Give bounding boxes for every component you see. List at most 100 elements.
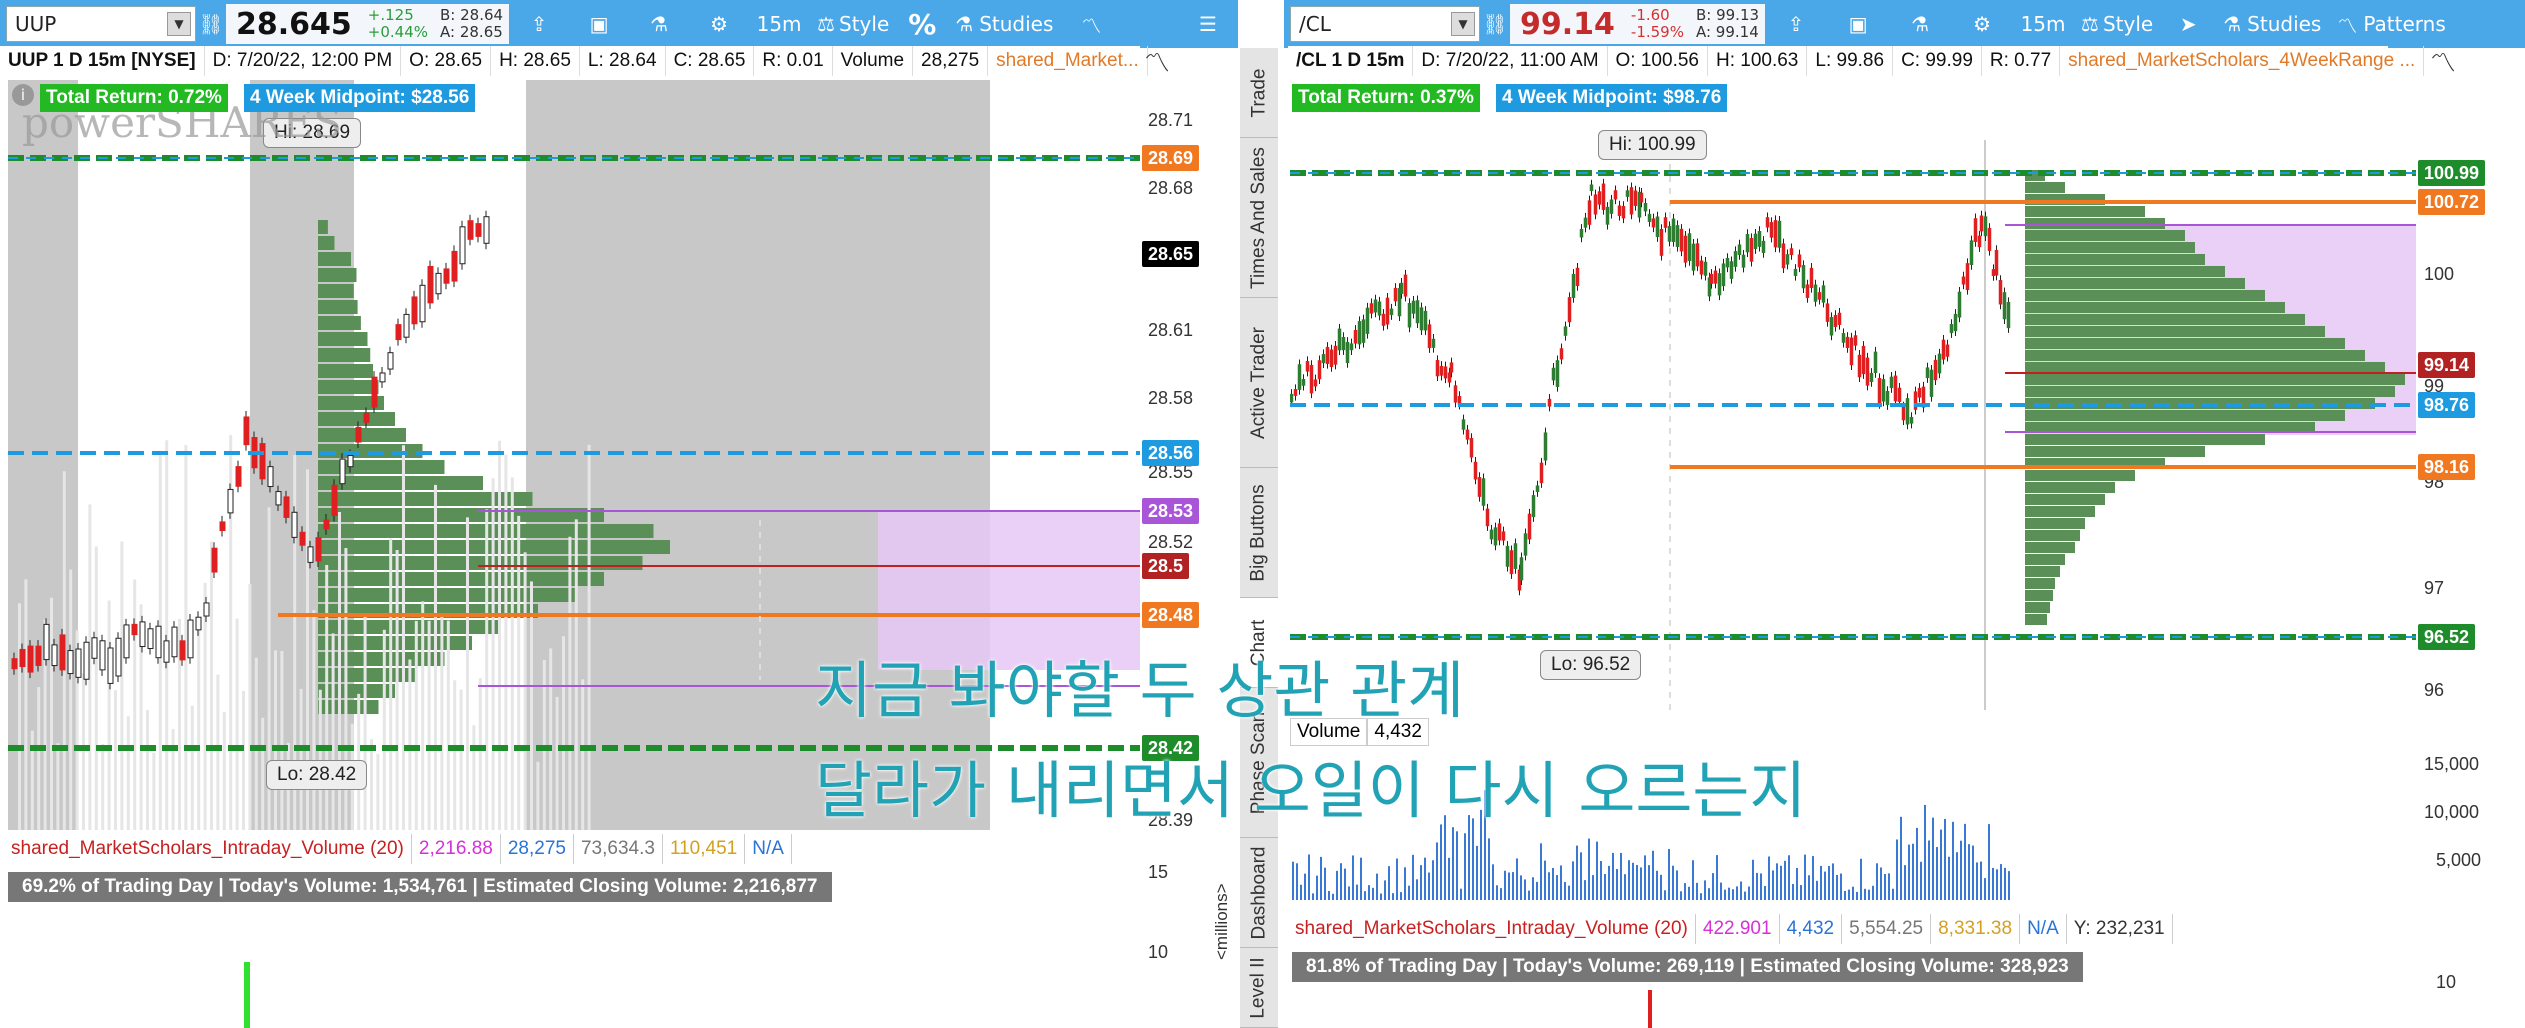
right-candle-body <box>1977 235 1982 248</box>
gear-icon[interactable]: ⚙ <box>1951 4 2013 44</box>
right-volume-bar <box>1336 870 1338 900</box>
right-profile-bar <box>2025 554 2065 565</box>
tab-label: Times And Sales <box>1248 146 1269 289</box>
left-drawing-tool-icon[interactable]: 〽 <box>1140 44 1174 79</box>
right-candle-body <box>1337 328 1342 351</box>
right-candle-body <box>1427 324 1432 349</box>
right-volume-bar <box>1460 888 1462 900</box>
left-candle-body <box>339 458 346 485</box>
left-volume-bar <box>254 657 258 830</box>
right-volume-bar <box>1836 875 1838 900</box>
left-candle-body <box>19 648 26 668</box>
flask-icon[interactable]: ⚗ <box>629 4 689 44</box>
left-change-value: +.125 <box>367 6 414 24</box>
right-volume-bar <box>1392 893 1394 900</box>
menu-icon[interactable]: ☰ <box>1178 4 1238 44</box>
right-profile-bar <box>2025 590 2053 601</box>
share-icon[interactable]: ⇪ <box>1765 4 1827 44</box>
left-symbol-input[interactable]: UUP ▼ <box>6 6 196 42</box>
right-volume-bar <box>1656 870 1658 900</box>
right-candle-body <box>1897 387 1902 402</box>
chevron-down-icon[interactable]: ▼ <box>167 12 191 36</box>
right-candle-body <box>1809 267 1814 288</box>
right-volume-bar <box>1548 872 1550 900</box>
right-volume-bar <box>1764 885 1766 900</box>
studies-button[interactable]: ⚗ Studies <box>2215 4 2329 44</box>
left-price-tag: 28.69 <box>1142 145 1200 171</box>
gear-icon[interactable]: ⚙ <box>689 4 749 44</box>
right-volume-bar <box>1708 888 1710 900</box>
patterns-button[interactable]: 〽 Patterns <box>2329 4 2453 44</box>
share-icon[interactable]: ⇪ <box>509 4 569 44</box>
right-volume-bar <box>1492 864 1494 900</box>
right-volume-bar <box>1864 888 1866 900</box>
right-candle-body <box>1443 366 1448 379</box>
right-candle-body <box>1399 282 1404 294</box>
flask-icon: ⚗ <box>2223 12 2242 36</box>
right-candle-body <box>1579 228 1584 238</box>
left-candle-body <box>419 284 426 323</box>
right-candle-body <box>1841 333 1846 343</box>
info-icon[interactable]: i <box>12 84 34 106</box>
right-volume-bar <box>1968 844 1970 900</box>
style-button[interactable]: ⚖ Style <box>2073 4 2161 44</box>
right-candle-body <box>1449 362 1454 373</box>
style-button[interactable]: ⚖ Style <box>809 4 897 44</box>
right-profile-bar <box>2025 518 2085 529</box>
right-profile-bar <box>2025 578 2055 589</box>
right-volume-bar <box>1408 885 1410 900</box>
tab-dashboard[interactable]: Dashboard <box>1240 838 1278 948</box>
right-candle-body <box>1473 461 1478 480</box>
timeframe-button[interactable]: 15m <box>2013 4 2073 44</box>
right-price-chart[interactable]: Hi: 100.99 Lo: 96.52 <box>1290 80 2416 710</box>
tab-trade[interactable]: Trade <box>1240 48 1278 138</box>
link-icon[interactable]: ⛓ <box>196 4 226 44</box>
right-volume-bar <box>1596 841 1598 900</box>
right-candle-body <box>1539 462 1544 484</box>
snapshot-icon[interactable]: ▣ <box>569 4 629 44</box>
left-axis-tick: 28.61 <box>1148 320 1194 340</box>
timeframe-button[interactable]: 15m <box>749 4 809 44</box>
left-study-name[interactable]: shared_Market... <box>988 46 1148 76</box>
flask-icon[interactable]: ⚗ <box>1889 4 1951 44</box>
right-volume-bar <box>1332 893 1334 900</box>
left-volume-bar <box>120 541 124 830</box>
studies-button[interactable]: ⚗ Studies <box>947 4 1061 44</box>
right-profile-bar <box>2025 434 2265 445</box>
right-candle-body <box>1769 222 1774 238</box>
left-candle-body <box>195 616 202 631</box>
right-study-name[interactable]: shared_MarketScholars_4WeekRange ... <box>2060 46 2425 76</box>
tab-active-trader[interactable]: Active Trader <box>1240 298 1278 468</box>
right-volume-bar <box>1556 875 1558 900</box>
left-info-row: UUP 1 D 15m [NYSE] D: 7/20/22, 12:00 PM … <box>0 46 1148 76</box>
right-drawing-tool-icon[interactable]: 〽 <box>2426 44 2460 79</box>
right-profile-bar <box>2025 446 2205 457</box>
right-candle-body <box>1461 419 1466 430</box>
drawing-icon[interactable]: 〽 <box>1061 4 1121 44</box>
snapshot-icon[interactable]: ▣ <box>1827 4 1889 44</box>
right-volume-bar <box>1672 865 1674 900</box>
tab-times-and-sales[interactable]: Times And Sales <box>1240 138 1278 298</box>
tab-level-ii[interactable]: Level II <box>1240 948 1278 1028</box>
left-vol-study-name[interactable]: shared_MarketScholars_Intraday_Volume (2… <box>4 834 412 864</box>
right-vol-study-name[interactable]: shared_MarketScholars_Intraday_Volume (2… <box>1288 914 1696 944</box>
left-lower-tick: 15 <box>1148 862 1169 882</box>
link-icon[interactable]: ⛓ <box>1480 4 1510 44</box>
percent-button[interactable]: % <box>897 4 947 44</box>
tab-big-buttons[interactable]: Big Buttons <box>1240 468 1278 598</box>
cursor-icon[interactable]: ➤ <box>2161 4 2215 44</box>
left-volume-bar <box>261 717 265 830</box>
right-candle-body <box>1945 344 1950 357</box>
right-volume-bar <box>1760 873 1762 900</box>
left-midpoint-badge: 4 Week Midpoint: $28.56 <box>244 84 476 112</box>
right-candle-body <box>1365 307 1370 334</box>
chevron-down-icon[interactable]: ▼ <box>1451 12 1475 36</box>
left-volume-study-row: shared_MarketScholars_Intraday_Volume (2… <box>4 834 792 864</box>
right-price-tag: 96.52 <box>2418 624 2476 650</box>
right-volume-bar <box>1676 870 1678 900</box>
right-volume-bar <box>1684 883 1686 900</box>
right-volume-bar <box>1828 866 1830 900</box>
right-symbol-input[interactable]: /CL ▼ <box>1290 6 1480 42</box>
right-candle-body <box>1905 398 1910 425</box>
right-volume-bar <box>1964 823 1966 900</box>
